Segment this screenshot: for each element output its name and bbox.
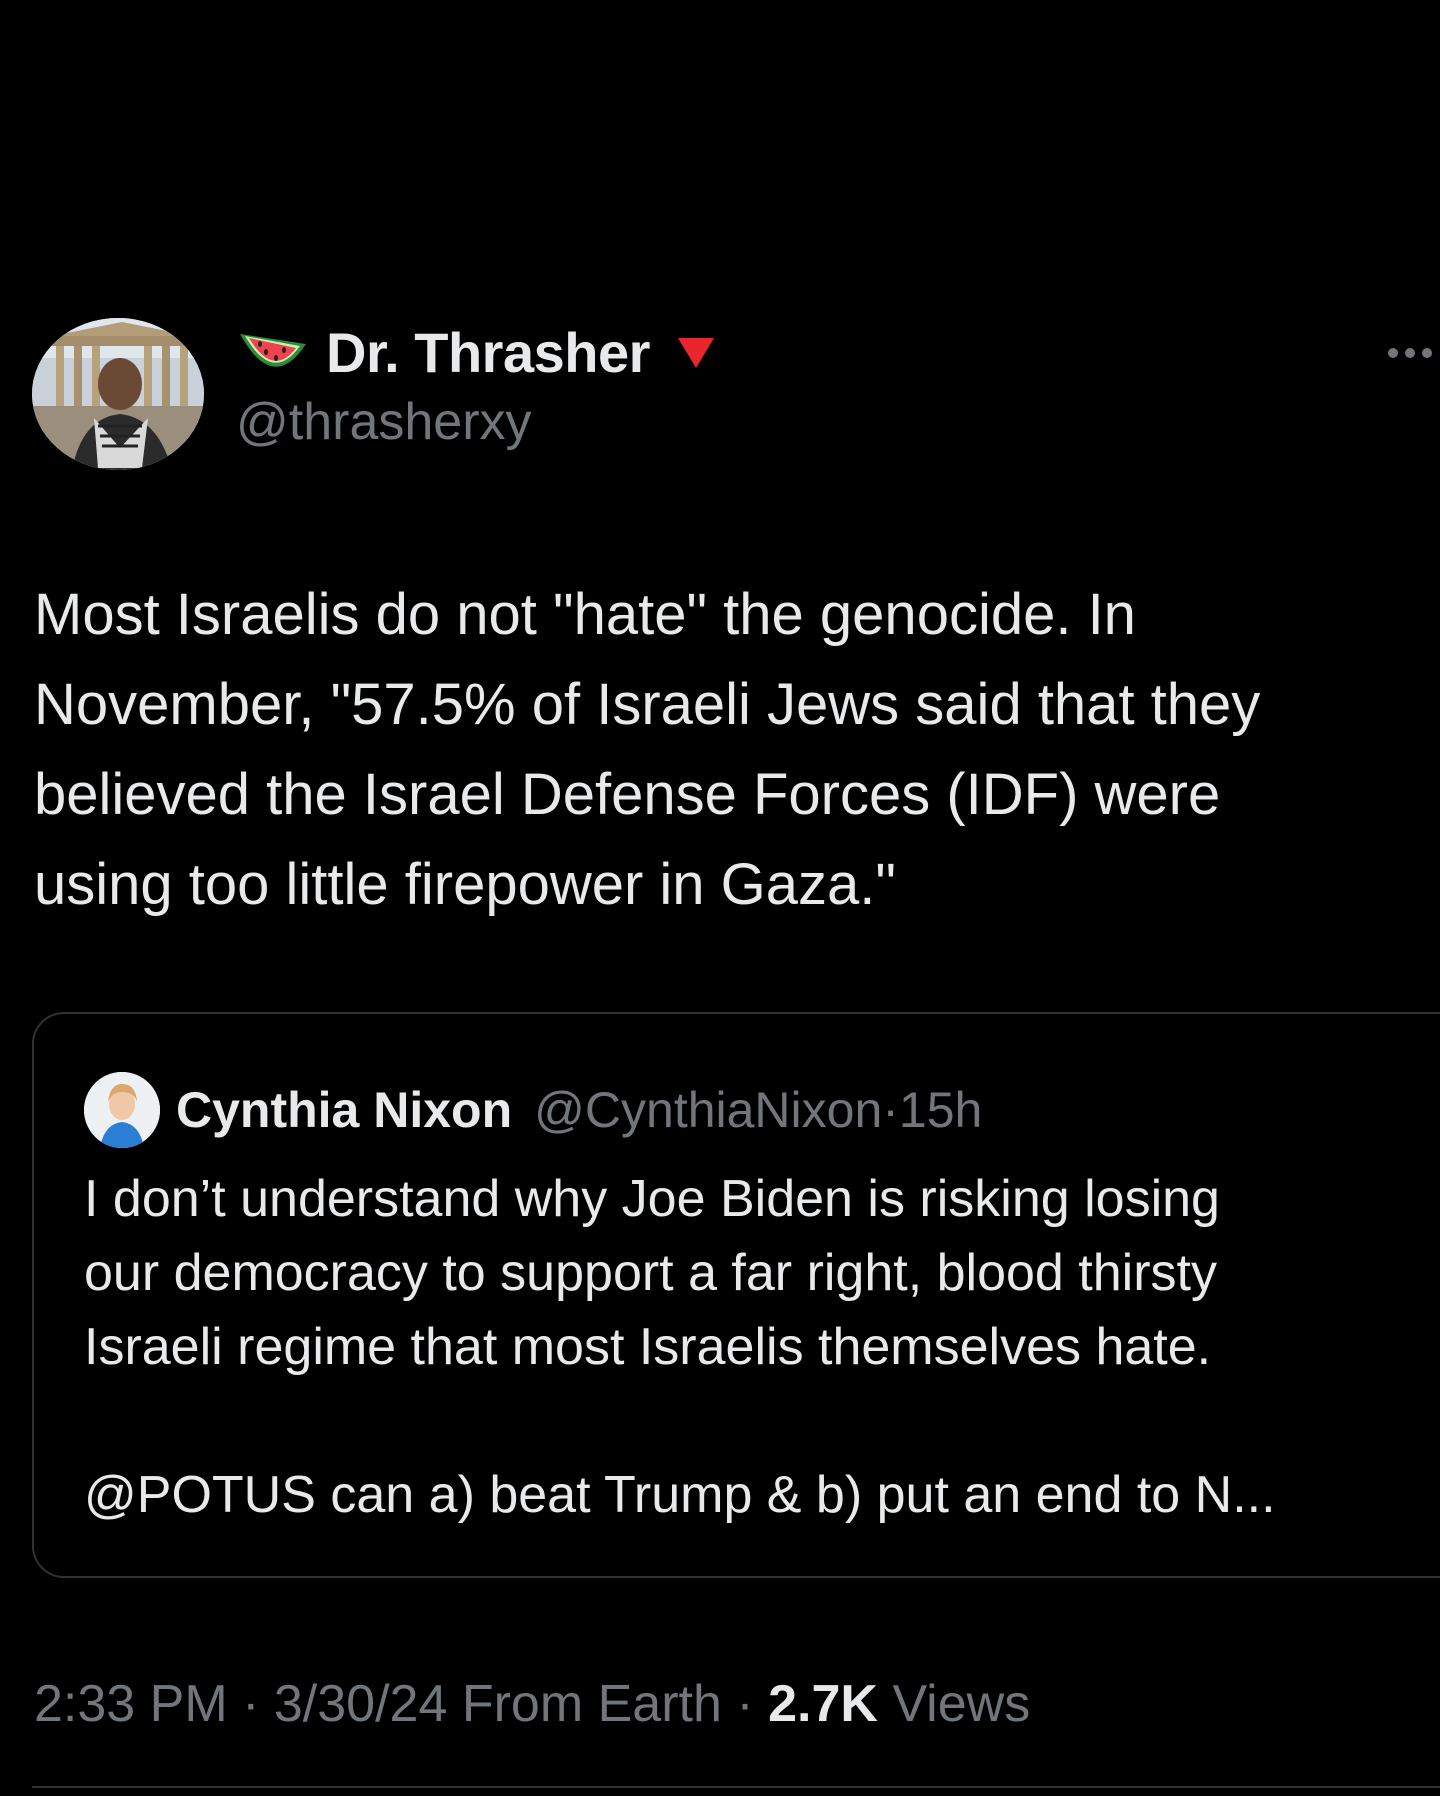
tweet-time[interactable]: 2:33 PM bbox=[34, 1675, 228, 1733]
dot-icon bbox=[1388, 348, 1398, 358]
red-triangle-icon bbox=[677, 338, 714, 368]
tweet-meta: 2:33 PM · 3/30/24 From Earth · 2.7K View… bbox=[34, 1674, 1030, 1734]
author-handle[interactable]: @thrasherxy bbox=[236, 392, 532, 452]
dot-icon bbox=[1422, 348, 1432, 358]
separator-dot: · bbox=[242, 1675, 260, 1733]
author-display-name[interactable]: Dr. Thrasher bbox=[326, 320, 650, 385]
quoted-tweet-header: Cynthia Nixon @CynthiaNixon·15h bbox=[84, 1070, 982, 1150]
dot-icon bbox=[1405, 348, 1415, 358]
views-label: Views bbox=[892, 1675, 1031, 1733]
quoted-author-name[interactable]: Cynthia Nixon bbox=[176, 1081, 512, 1139]
quoted-author-meta: @CynthiaNixon·15h bbox=[534, 1081, 982, 1139]
divider bbox=[32, 1786, 1440, 1788]
watermelon-icon bbox=[240, 334, 306, 367]
tweet: Dr. Thrasher @thrasherxy Most Israelis d… bbox=[0, 0, 1440, 1796]
quoted-author-avatar[interactable] bbox=[84, 1072, 160, 1148]
quoted-text-line: Israeli regime that most Israelis themse… bbox=[84, 1318, 1212, 1376]
quoted-text-line: I don’t understand why Joe Biden is risk… bbox=[84, 1170, 1220, 1228]
tweet-text-line: believed the Israel Defense Forces (IDF)… bbox=[34, 762, 1221, 827]
quoted-text-line: @POTUS can a) beat Trump & b) put an end… bbox=[84, 1466, 1276, 1524]
quoted-tweet-text: I don’t understand why Joe Biden is risk… bbox=[84, 1162, 1414, 1532]
quoted-tweet-card[interactable]: Cynthia Nixon @CynthiaNixon·15h I don’t … bbox=[32, 1012, 1440, 1578]
separator-dot: · bbox=[736, 1675, 754, 1733]
quoted-author-handle[interactable]: @CynthiaNixon bbox=[534, 1082, 882, 1138]
tweet-text-line: Most Israelis do not "hate" the genocide… bbox=[34, 582, 1136, 647]
tweet-date[interactable]: 3/30/24 bbox=[274, 1675, 448, 1733]
quoted-tweet-time[interactable]: 15h bbox=[899, 1082, 982, 1138]
author-avatar[interactable] bbox=[32, 318, 204, 470]
views-count[interactable]: 2.7K bbox=[768, 1675, 878, 1733]
more-options-button[interactable] bbox=[1388, 338, 1440, 368]
tweet-text-line: November, "57.5% of Israeli Jews said th… bbox=[34, 672, 1261, 737]
quoted-text-line: our democracy to support a far right, bl… bbox=[84, 1244, 1217, 1302]
tweet-location: From Earth bbox=[461, 1675, 722, 1733]
author-name-row[interactable]: Dr. Thrasher bbox=[236, 320, 716, 385]
tweet-text-line: using too little firepower in Gaza." bbox=[34, 852, 897, 917]
tweet-text: Most Israelis do not "hate" the genocide… bbox=[34, 570, 1434, 930]
separator-dot: · bbox=[882, 1082, 899, 1138]
